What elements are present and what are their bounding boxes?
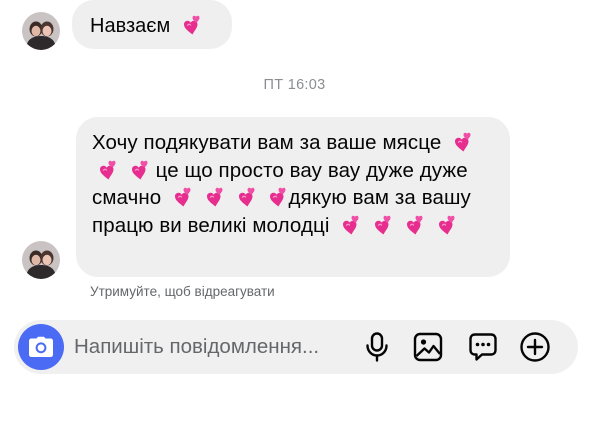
image-icon [413, 332, 443, 362]
heart-emoji [199, 185, 225, 207]
heart-emoji [124, 158, 150, 180]
heart-emoji [431, 213, 457, 235]
camera-icon [29, 336, 53, 357]
heart-emoji [262, 185, 288, 207]
heart-emoji [399, 213, 425, 235]
heart-emoji [231, 185, 257, 207]
message-bubble[interactable]: Навзаєм [72, 0, 232, 49]
message-input[interactable] [74, 333, 350, 361]
more-button[interactable] [517, 329, 553, 365]
contact-avatar[interactable] [22, 241, 60, 279]
message-timestamp: ПТ 16:03 [263, 77, 326, 93]
camera-button[interactable] [18, 324, 64, 370]
heart-emoji [92, 158, 118, 180]
contact-avatar[interactable] [22, 12, 60, 50]
heart-emoji [176, 13, 202, 35]
reaction-hint: Утримуйте, щоб відреагувати [90, 284, 275, 299]
microphone-icon [366, 332, 388, 362]
message-text: Хочу подякувати вам за ваше мясце [92, 131, 448, 154]
heart-emoji [367, 213, 393, 235]
heart-emoji [167, 185, 193, 207]
message-bubble[interactable]: Хочу подякувати вам за ваше мясце це що … [76, 117, 510, 277]
message-text: Навзаєм [90, 15, 176, 37]
heart-emoji [335, 213, 361, 235]
microphone-button[interactable] [359, 329, 395, 365]
chat-dots-icon [469, 333, 497, 361]
gallery-button[interactable] [410, 329, 446, 365]
message-composer [14, 320, 578, 374]
sticker-button[interactable] [465, 329, 501, 365]
plus-circle-icon [520, 332, 550, 362]
heart-emoji [447, 130, 473, 152]
